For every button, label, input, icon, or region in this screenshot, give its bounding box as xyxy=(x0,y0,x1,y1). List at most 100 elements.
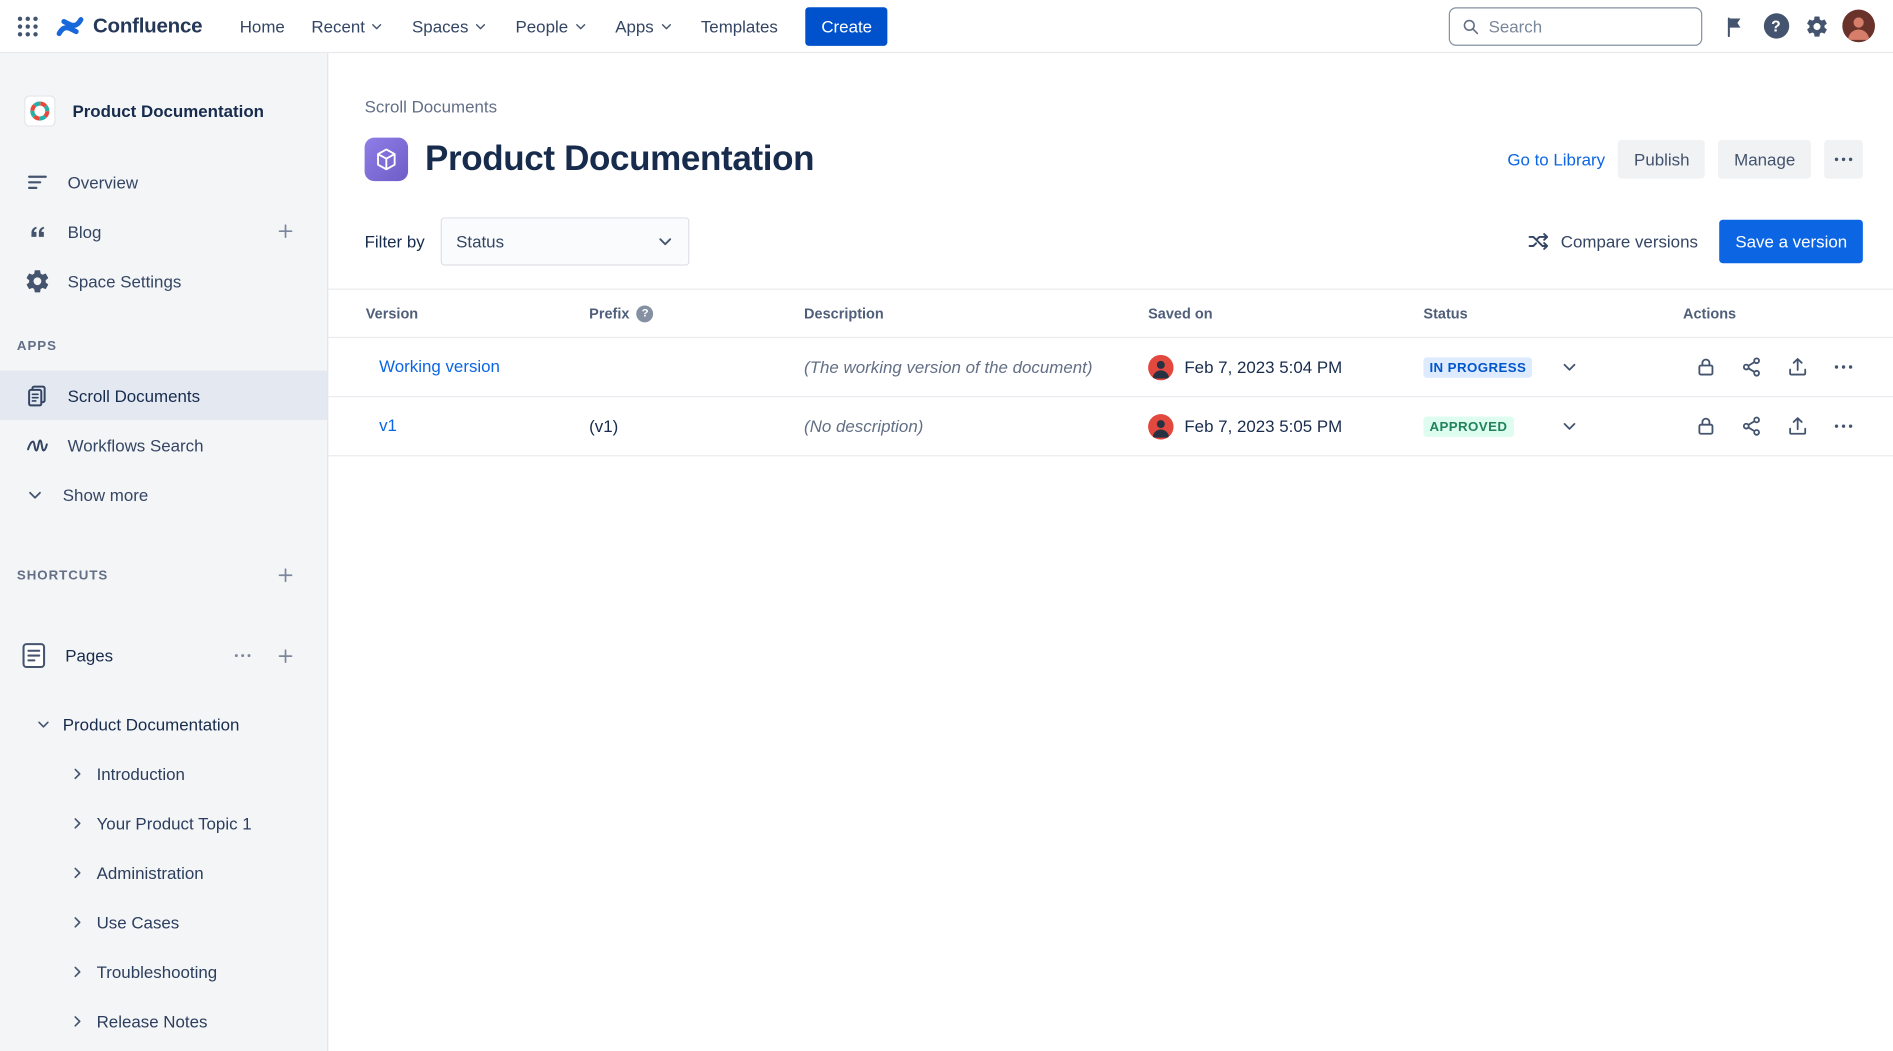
help-button[interactable]: ? xyxy=(1755,5,1796,46)
nav-apps[interactable]: Apps xyxy=(604,8,685,44)
settings-button[interactable] xyxy=(1796,5,1837,46)
nav-spaces-label: Spaces xyxy=(412,16,468,35)
row-more-button[interactable] xyxy=(1831,414,1855,438)
notifications-button[interactable] xyxy=(1714,5,1755,46)
nav-home-label: Home xyxy=(240,16,285,35)
more-actions-button[interactable] xyxy=(1824,140,1863,179)
permissions-button[interactable] xyxy=(1694,414,1718,438)
breadcrumb[interactable]: Scroll Documents xyxy=(365,97,497,116)
save-a-version-button[interactable]: Save a version xyxy=(1720,220,1863,263)
space-avatar-icon xyxy=(24,95,55,126)
publish-button[interactable]: Publish xyxy=(1618,140,1705,179)
column-header-prefix: Prefix ? xyxy=(589,305,804,322)
export-button[interactable] xyxy=(1786,414,1810,438)
sidebar-item-workflows-search[interactable]: Workflows Search xyxy=(0,420,327,469)
prefix-help-icon[interactable]: ? xyxy=(637,305,654,322)
sidebar-item-scroll-documents[interactable]: Scroll Documents xyxy=(0,371,327,420)
nav-templates[interactable]: Templates xyxy=(690,8,789,44)
tree-item[interactable]: Your Product Topic 1 xyxy=(0,798,327,847)
search-input[interactable] xyxy=(1489,16,1691,35)
saver-avatar xyxy=(1148,414,1173,439)
export-button[interactable] xyxy=(1786,355,1810,379)
status-cell: IN PROGRESS xyxy=(1423,357,1683,378)
manage-button[interactable]: Manage xyxy=(1718,140,1810,179)
search-icon xyxy=(1461,16,1480,35)
chevron-down-icon xyxy=(1559,415,1581,437)
nav-people[interactable]: People xyxy=(505,8,600,44)
tree-item[interactable]: Administration xyxy=(0,848,327,897)
status-filter-select[interactable]: Status xyxy=(440,217,689,265)
status-dropdown-button[interactable] xyxy=(1559,415,1581,437)
version-link[interactable]: v1 xyxy=(379,415,397,434)
space-header[interactable]: Product Documentation xyxy=(0,85,327,138)
apps-header-label: APPS xyxy=(17,339,57,353)
confluence-app: Confluence Home Recent Spaces People App… xyxy=(0,0,1893,1051)
tree-item[interactable]: Troubleshooting xyxy=(0,947,327,996)
share-button[interactable] xyxy=(1740,355,1764,379)
sidebar-item-show-more[interactable]: Show more xyxy=(0,470,327,519)
nav-recent[interactable]: Recent xyxy=(301,8,397,44)
sidebar-item-overview[interactable]: Overview xyxy=(0,157,327,206)
top-navigation: Confluence Home Recent Spaces People App… xyxy=(0,0,1893,53)
version-link[interactable]: Working version xyxy=(379,356,500,375)
chevron-right-icon[interactable] xyxy=(68,813,87,832)
confluence-home-link[interactable]: Confluence xyxy=(56,11,203,40)
share-icon xyxy=(1740,414,1764,438)
permissions-button[interactable] xyxy=(1694,355,1718,379)
tree-item[interactable]: Use Cases xyxy=(0,897,327,946)
tree-item[interactable]: Introduction xyxy=(0,749,327,798)
app-switcher-button[interactable] xyxy=(7,5,48,46)
sidebar-item-pages[interactable]: Pages xyxy=(0,629,327,682)
prefix-cell: (v1) xyxy=(589,417,804,436)
add-blog-button[interactable] xyxy=(273,219,298,244)
nav-spaces[interactable]: Spaces xyxy=(401,8,500,44)
add-page-button[interactable] xyxy=(273,643,298,668)
profile-button[interactable] xyxy=(1838,5,1879,46)
confluence-wordmark: Confluence xyxy=(93,14,202,38)
tree-item-root[interactable]: Product Documentation xyxy=(0,699,327,748)
chevron-right-icon[interactable] xyxy=(68,863,87,882)
lock-icon xyxy=(1694,414,1718,438)
description-cell: (The working version of the document) xyxy=(804,357,1148,376)
column-header-actions: Actions xyxy=(1683,305,1863,322)
chevron-right-icon[interactable] xyxy=(68,1011,87,1030)
nav-home[interactable]: Home xyxy=(229,8,296,44)
status-cell: APPROVED xyxy=(1423,416,1683,437)
chevron-right-icon[interactable] xyxy=(68,912,87,931)
confluence-logo-icon xyxy=(56,11,85,40)
compare-versions-label: Compare versions xyxy=(1561,232,1698,251)
column-header-saved-on: Saved on xyxy=(1148,305,1423,322)
tree-item[interactable]: Release Notes xyxy=(0,996,327,1045)
actions-cell xyxy=(1683,414,1863,438)
sidebar-item-space-settings[interactable]: Space Settings xyxy=(0,256,327,305)
page-header: Product Documentation Go to Library Publ… xyxy=(365,138,1863,181)
compare-versions-button[interactable]: Compare versions xyxy=(1526,229,1698,253)
go-to-library-link[interactable]: Go to Library xyxy=(1507,150,1605,169)
plus-icon xyxy=(275,565,296,586)
column-header-version: Version xyxy=(366,305,589,322)
sidebar-item-blog[interactable]: Blog xyxy=(0,206,327,255)
apps-section-header: APPS xyxy=(0,339,327,353)
shortcuts-header-label: SHORTCUTS xyxy=(17,568,273,582)
table-header-row: Version Prefix ? Description Saved on St… xyxy=(328,290,1893,338)
version-toolbar: Compare versions Save a version xyxy=(1526,220,1863,263)
status-badge: IN PROGRESS xyxy=(1423,357,1532,378)
pages-more-button[interactable] xyxy=(229,642,256,669)
share-button[interactable] xyxy=(1740,414,1764,438)
chevron-down-icon[interactable] xyxy=(34,714,53,733)
version-cell: Working version xyxy=(366,356,589,378)
sidebar-item-label: Space Settings xyxy=(68,271,182,290)
tree-item-label: Your Product Topic 1 xyxy=(97,813,252,832)
chevron-down-icon xyxy=(654,231,676,253)
add-shortcut-button[interactable] xyxy=(273,563,298,588)
search-box[interactable] xyxy=(1449,7,1703,46)
create-button[interactable]: Create xyxy=(806,7,888,46)
saved-on-cell: Feb 7, 2023 5:04 PM xyxy=(1148,354,1423,379)
row-more-button[interactable] xyxy=(1831,355,1855,379)
plus-icon xyxy=(275,221,296,242)
sidebar-item-label: Workflows Search xyxy=(68,435,204,454)
status-dropdown-button[interactable] xyxy=(1559,356,1581,378)
tree-item-label: Administration xyxy=(97,863,204,882)
chevron-right-icon[interactable] xyxy=(68,962,87,981)
chevron-right-icon[interactable] xyxy=(68,764,87,783)
